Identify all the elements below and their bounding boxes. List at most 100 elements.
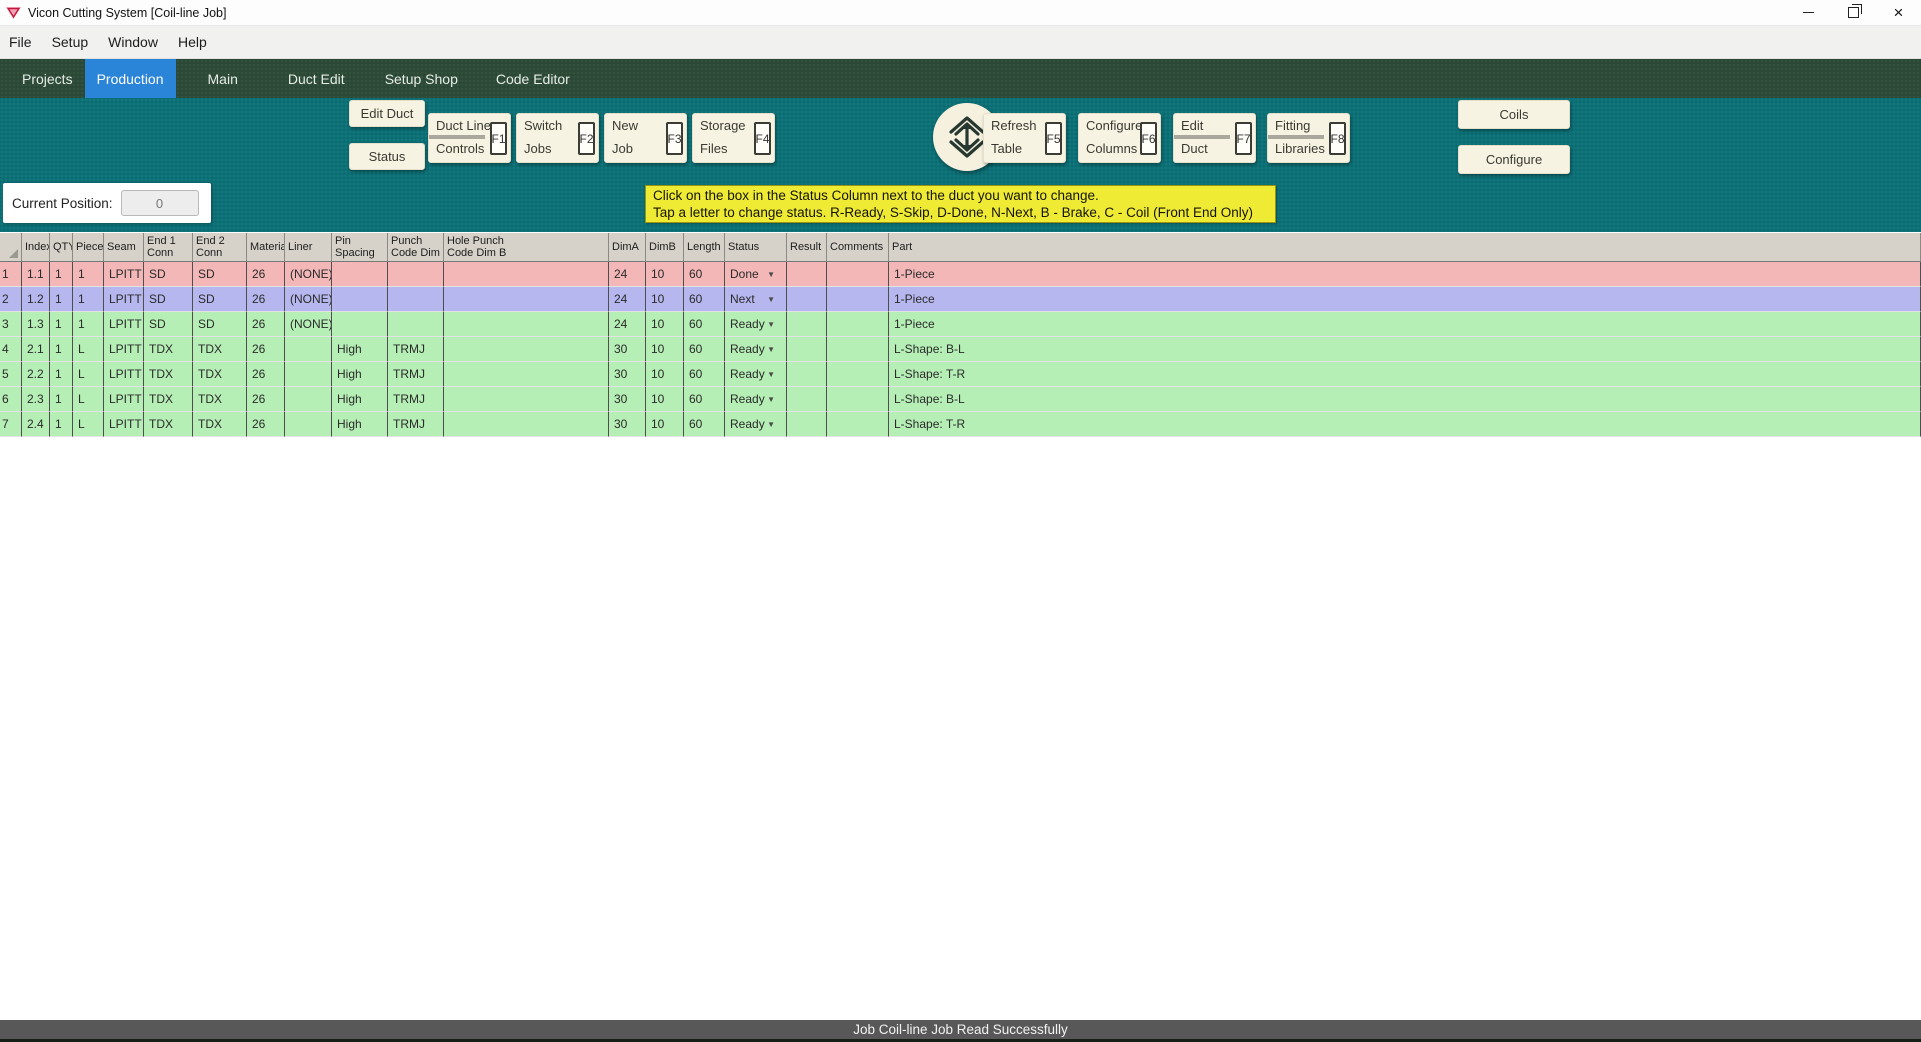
status-cell[interactable]: Ready▼	[725, 362, 787, 387]
status-dropdown-icon[interactable]: ▼	[767, 395, 775, 404]
cell-end1[interactable]: TDX	[144, 412, 193, 437]
cell-material[interactable]: 26	[247, 412, 285, 437]
cell-seam[interactable]: LPITT	[104, 387, 144, 412]
cell-holeb[interactable]	[444, 337, 609, 362]
column-header-end-1-conn[interactable]: End 1 Conn	[144, 233, 193, 262]
cell-end1[interactable]: TDX	[144, 337, 193, 362]
cell-num[interactable]: 6	[0, 387, 22, 412]
cell-length[interactable]: 60	[684, 287, 725, 312]
cell-end2[interactable]: TDX	[193, 362, 247, 387]
tab-code-editor[interactable]: Code Editor	[484, 59, 582, 98]
cell-pin[interactable]: High	[332, 337, 388, 362]
cell-holeb[interactable]	[444, 262, 609, 287]
cell-end1[interactable]: TDX	[144, 362, 193, 387]
cell-length[interactable]: 60	[684, 362, 725, 387]
cell-seam[interactable]: LPITT	[104, 262, 144, 287]
cell-pin[interactable]	[332, 312, 388, 337]
cell-dima[interactable]: 30	[609, 412, 646, 437]
cell-result[interactable]	[787, 287, 827, 312]
tab-production[interactable]: Production	[85, 59, 176, 98]
column-header-seam[interactable]: Seam	[104, 233, 144, 262]
cell-seam[interactable]: LPITT	[104, 362, 144, 387]
cell-holea[interactable]	[388, 312, 444, 337]
cell-holea[interactable]	[388, 262, 444, 287]
cell-length[interactable]: 60	[684, 262, 725, 287]
cell-num[interactable]: 7	[0, 412, 22, 437]
column-header-dima[interactable]: DimA	[609, 233, 646, 262]
cell-num[interactable]: 3	[0, 312, 22, 337]
status-dropdown-icon[interactable]: ▼	[767, 270, 775, 279]
cell-comments[interactable]	[827, 262, 889, 287]
cell-comments[interactable]	[827, 337, 889, 362]
toolbar-button-switch-jobs-f2[interactable]: SwitchJobsF2	[516, 113, 599, 163]
cell-pin[interactable]	[332, 287, 388, 312]
cell-part[interactable]: 1-Piece	[889, 312, 1921, 337]
cell-seam[interactable]: LPITT	[104, 337, 144, 362]
toolbar-button-configure-columns-f6[interactable]: ConfigureColumnsF6	[1078, 113, 1161, 163]
column-header-hole-punch-code-dim-a[interactable]: Hole Punch Code Dim A	[388, 233, 444, 262]
cell-liner[interactable]	[285, 337, 332, 362]
restore-button[interactable]	[1831, 0, 1876, 25]
cell-comments[interactable]	[827, 287, 889, 312]
cell-end1[interactable]: TDX	[144, 387, 193, 412]
cell-seam[interactable]: LPITT	[104, 287, 144, 312]
cell-dimb[interactable]: 10	[646, 287, 684, 312]
cell-dimb[interactable]: 10	[646, 412, 684, 437]
cell-qty[interactable]: 1	[50, 287, 73, 312]
cell-dima[interactable]: 30	[609, 387, 646, 412]
cell-part[interactable]: L-Shape: B-L	[889, 387, 1921, 412]
column-header-hole-punch-code-dim-b[interactable]: Hole Punch Code Dim B	[444, 233, 609, 262]
column-header-comments[interactable]: Comments	[827, 233, 889, 262]
toolbar-button-duct-line-controls-f1[interactable]: Duct LineControlsF1	[428, 113, 511, 163]
cell-comments[interactable]	[827, 312, 889, 337]
cell-length[interactable]: 60	[684, 312, 725, 337]
cell-end2[interactable]: TDX	[193, 412, 247, 437]
cell-pieces[interactable]: L	[73, 337, 104, 362]
cell-holeb[interactable]	[444, 387, 609, 412]
status-dropdown-icon[interactable]: ▼	[767, 345, 775, 354]
menu-item-setup[interactable]: Setup	[42, 34, 99, 50]
cell-pieces[interactable]: 1	[73, 312, 104, 337]
cell-length[interactable]: 60	[684, 412, 725, 437]
cell-material[interactable]: 26	[247, 337, 285, 362]
toolbar-button-storage-files-f4[interactable]: StorageFilesF4	[692, 113, 775, 163]
cell-end1[interactable]: SD	[144, 312, 193, 337]
cell-dima[interactable]: 24	[609, 312, 646, 337]
cell-index[interactable]: 2.4	[22, 412, 50, 437]
tab-main[interactable]: Main	[196, 59, 250, 98]
cell-comments[interactable]	[827, 412, 889, 437]
cell-seam[interactable]: LPITT	[104, 412, 144, 437]
cell-end2[interactable]: SD	[193, 287, 247, 312]
cell-dima[interactable]: 24	[609, 262, 646, 287]
status-dropdown-icon[interactable]: ▼	[767, 295, 775, 304]
current-position-field[interactable]: 0	[121, 190, 199, 216]
column-header-status[interactable]: Status	[725, 233, 787, 262]
column-header-liner[interactable]: Liner	[285, 233, 332, 262]
cell-result[interactable]	[787, 387, 827, 412]
cell-dima[interactable]: 24	[609, 287, 646, 312]
cell-length[interactable]: 60	[684, 387, 725, 412]
cell-material[interactable]: 26	[247, 312, 285, 337]
cell-part[interactable]: L-Shape: B-L	[889, 337, 1921, 362]
cell-comments[interactable]	[827, 387, 889, 412]
cell-index[interactable]: 1.3	[22, 312, 50, 337]
column-header-length[interactable]: Length	[684, 233, 725, 262]
cell-qty[interactable]: 1	[50, 412, 73, 437]
toolbar-button-refresh-table-f5[interactable]: RefreshTableF5	[983, 113, 1066, 163]
cell-index[interactable]: 2.3	[22, 387, 50, 412]
cell-liner[interactable]: (NONE)	[285, 287, 332, 312]
cell-qty[interactable]: 1	[50, 262, 73, 287]
cell-liner[interactable]	[285, 387, 332, 412]
minimize-button[interactable]	[1786, 0, 1831, 25]
column-header-part[interactable]: Part	[889, 233, 1921, 262]
cell-holeb[interactable]	[444, 287, 609, 312]
status-button[interactable]: Status	[349, 143, 425, 170]
cell-qty[interactable]: 1	[50, 337, 73, 362]
cell-liner[interactable]	[285, 362, 332, 387]
cell-dimb[interactable]: 10	[646, 262, 684, 287]
cell-liner[interactable]	[285, 412, 332, 437]
table-corner-header[interactable]	[0, 233, 22, 262]
cell-part[interactable]: L-Shape: T-R	[889, 362, 1921, 387]
cell-dimb[interactable]: 10	[646, 387, 684, 412]
tab-projects[interactable]: Projects	[10, 59, 85, 98]
